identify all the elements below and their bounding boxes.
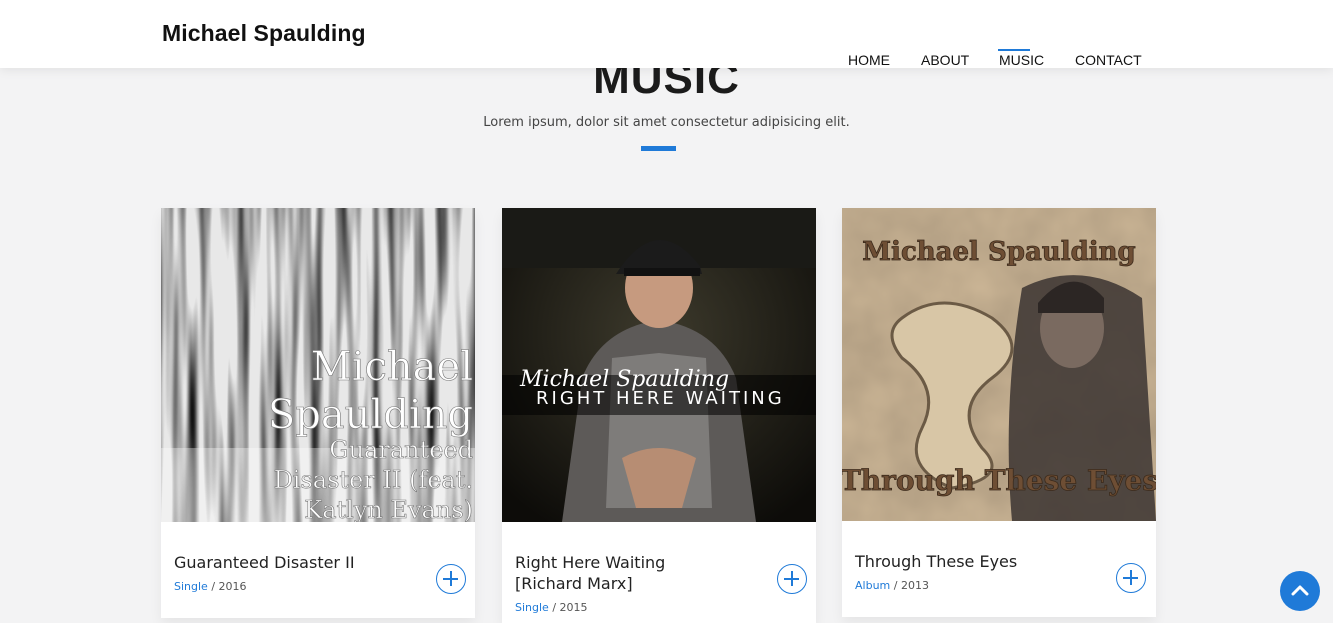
cover-bottom-text: Through These Eyes (842, 464, 1156, 497)
svg-text:Spaulding: Spaulding (268, 392, 473, 438)
nav-link-about[interactable]: ABOUT (921, 52, 969, 68)
section-subtitle: Lorem ipsum, dolor sit amet consectetur … (483, 115, 850, 130)
nav-link-music[interactable]: MUSIC (999, 52, 1044, 68)
plus-circle-icon[interactable] (777, 564, 807, 594)
music-card: Michael Spaulding Guaranteed Disaster II… (161, 208, 475, 618)
card-body: Through These Eyes Album / 2013 (842, 521, 1156, 617)
chevron-up-icon (1291, 585, 1309, 596)
album-cover[interactable]: Michael Spaulding Guaranteed Disaster II… (161, 208, 475, 522)
card-meta: Single / 2016 (174, 580, 247, 593)
title-divider (641, 146, 676, 151)
nav-active-indicator (998, 49, 1030, 51)
nav-link-home[interactable]: HOME (848, 52, 890, 68)
card-meta: Album / 2013 (855, 579, 929, 592)
navbar: Michael Spaulding HOME ABOUT MUSIC CONTA… (0, 0, 1333, 68)
release-type[interactable]: Single (515, 601, 549, 614)
card-title[interactable]: Through These Eyes (855, 551, 1017, 572)
card-title[interactable]: Right Here Waiting [Richard Marx] (515, 552, 665, 594)
svg-text:Guaranteed: Guaranteed (329, 436, 473, 464)
cover-top-text: Michael Spaulding (862, 237, 1135, 267)
cover-text: Michael (311, 344, 473, 390)
brand-logo[interactable]: Michael Spaulding (162, 20, 366, 47)
plus-circle-icon[interactable] (436, 564, 466, 594)
release-type[interactable]: Single (174, 580, 208, 593)
album-cover[interactable]: Michael Spaulding Through These Eyes (842, 208, 1156, 521)
release-year: 2013 (900, 579, 929, 592)
cover-caps: RIGHT HERE WAITING (536, 388, 785, 409)
nav-link-contact[interactable]: CONTACT (1075, 52, 1142, 68)
scroll-to-top-button[interactable] (1280, 571, 1320, 611)
plus-circle-icon[interactable] (1116, 563, 1146, 593)
card-body: Guaranteed Disaster II Single / 2016 (161, 522, 475, 618)
release-year: 2015 (559, 601, 588, 614)
card-meta: Single / 2015 (515, 601, 588, 614)
album-cover[interactable]: Michael Spaulding RIGHT HERE WAITING (502, 208, 816, 522)
card-body: Right Here Waiting [Richard Marx] Single… (502, 522, 816, 623)
svg-text:Disaster II (feat.: Disaster II (feat. (274, 466, 473, 494)
card-title[interactable]: Guaranteed Disaster II (174, 552, 355, 573)
svg-text:Katlyn Evans): Katlyn Evans) (304, 496, 473, 522)
release-type[interactable]: Album (855, 579, 890, 592)
music-card: Michael Spaulding Through These Eyes Thr… (842, 208, 1156, 617)
music-card: Michael Spaulding RIGHT HERE WAITING Rig… (502, 208, 816, 623)
release-year: 2016 (218, 580, 247, 593)
